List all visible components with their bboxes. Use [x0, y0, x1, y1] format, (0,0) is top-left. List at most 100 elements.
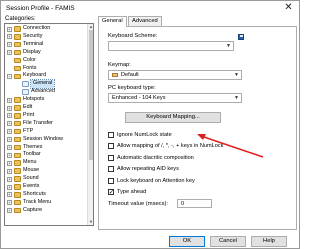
- keymap-value: Default: [121, 72, 139, 78]
- expand-icon[interactable]: +: [7, 200, 12, 206]
- option-label: Allow mapping of /, *, -, + keys in NumL…: [117, 143, 224, 149]
- tree-item-label: Keyboard: [23, 72, 47, 79]
- folder-icon: [14, 97, 21, 103]
- folder-icon: [14, 34, 21, 40]
- timeout-value: 0: [181, 201, 185, 207]
- folder-icon: [14, 207, 21, 214]
- pc-keyboard-type-label: PC keyboard type:: [108, 85, 156, 91]
- folder-icon: [14, 144, 21, 151]
- close-icon[interactable]: ✕: [282, 2, 295, 14]
- expand-icon[interactable]: +: [7, 137, 12, 143]
- categories-label: Categories:: [5, 16, 36, 22]
- tree-item-label: Track Menu: [23, 198, 52, 205]
- ok-button[interactable]: OK: [169, 236, 205, 247]
- timeout-input[interactable]: 0: [177, 199, 212, 208]
- folder-icon: [14, 152, 21, 159]
- tab-advanced[interactable]: Advanced: [128, 16, 162, 26]
- tree-item-label: Advanced: [31, 88, 55, 95]
- expand-icon[interactable]: +: [7, 152, 12, 158]
- folder-icon: [14, 57, 21, 64]
- folder-icon: [14, 184, 21, 190]
- tree-item-label: Themes: [23, 143, 43, 150]
- expand-icon[interactable]: +: [7, 129, 12, 135]
- folder-icon: [14, 168, 21, 174]
- expand-icon[interactable]: +: [7, 176, 12, 182]
- expand-icon[interactable]: +: [7, 208, 12, 214]
- expand-icon[interactable]: +: [7, 97, 12, 103]
- tree-item-label: Mouse: [23, 167, 40, 174]
- scroll-down-icon[interactable]: ▼: [88, 219, 93, 225]
- tree-item-label: Events: [23, 183, 40, 189]
- keyboard-mapping-button[interactable]: Keyboard Mapping...: [125, 112, 221, 123]
- tree-item-label: Print: [23, 111, 35, 118]
- checkbox[interactable]: [108, 178, 114, 184]
- session-profile-dialog: Session Profile - FAMIS ✕ Categories: ▲ …: [0, 0, 300, 249]
- help-button[interactable]: Help: [251, 236, 287, 247]
- folder-icon: [14, 113, 21, 119]
- checkbox[interactable]: [108, 132, 114, 138]
- tree-item-label: Security: [23, 32, 43, 39]
- tree-item-label: Toolbar: [23, 151, 41, 158]
- collapse-icon[interactable]: −: [7, 73, 12, 79]
- save-scheme-icon[interactable]: [238, 34, 244, 40]
- folder-icon: [14, 136, 21, 143]
- expand-icon[interactable]: +: [7, 105, 12, 111]
- folder-icon: [14, 49, 21, 56]
- tree-item-label: FTP: [23, 127, 34, 134]
- expand-icon[interactable]: +: [7, 160, 12, 166]
- expand-icon[interactable]: +: [7, 34, 12, 40]
- cancel-button[interactable]: Cancel: [210, 236, 246, 247]
- tab-general[interactable]: General: [98, 16, 127, 27]
- expand-icon[interactable]: +: [7, 121, 12, 127]
- keymap-icon: [112, 73, 118, 77]
- expand-icon[interactable]: +: [7, 184, 12, 190]
- folder-icon: [14, 105, 21, 111]
- title-bar: Session Profile - FAMIS ✕: [1, 1, 299, 16]
- tree-item-label: Session Window: [23, 135, 63, 142]
- tree-item-label: Connection: [23, 25, 51, 31]
- tree-item-label: Capture: [23, 206, 43, 213]
- tree-item-label: Hotspots: [23, 96, 45, 103]
- keyboard-scheme-select[interactable]: ▼: [108, 41, 234, 51]
- pc-keyboard-type-select[interactable]: Enhanced - 104 Keys ▼: [108, 93, 242, 103]
- pc-keyboard-type-value: Enhanced - 104 Keys: [112, 95, 166, 101]
- window-title: Session Profile - FAMIS: [6, 5, 75, 12]
- expand-icon[interactable]: +: [7, 113, 12, 119]
- folder-icon: [14, 199, 21, 206]
- folder-icon: [14, 160, 21, 166]
- folder-icon: [14, 176, 21, 182]
- option-label: Automatic diacritic composition: [117, 155, 194, 161]
- folder-icon: [14, 128, 21, 135]
- keymap-select[interactable]: Default ▼: [108, 70, 242, 80]
- checkbox[interactable]: [108, 166, 114, 172]
- checkbox[interactable]: [108, 188, 114, 196]
- expand-icon[interactable]: +: [7, 192, 12, 198]
- expand-icon[interactable]: +: [7, 50, 12, 56]
- expand-icon[interactable]: +: [7, 26, 12, 32]
- keyboard-scheme-label: Keyboard Scheme:: [108, 33, 158, 39]
- tree-item-label: General: [29, 79, 56, 90]
- folder-icon: [14, 41, 21, 48]
- categories-tree[interactable]: ▲ ▼ + Connection + Security + Terminal + Displa…: [4, 23, 94, 226]
- chevron-down-icon: ▼: [234, 95, 239, 101]
- scroll-thumb[interactable]: [89, 30, 93, 160]
- expand-icon[interactable]: +: [7, 145, 12, 150]
- option-label: Allow repeating AID keys: [117, 166, 179, 172]
- tree-item-label: File Transfer: [23, 119, 53, 126]
- tree-item-label: Terminal: [23, 40, 44, 47]
- page-icon: [22, 81, 29, 87]
- checkbox[interactable]: [108, 155, 114, 161]
- tree-item-label: Shortcuts: [23, 190, 46, 197]
- folder-icon: [14, 120, 21, 127]
- timeout-label: Timeout value (msecs):: [108, 201, 169, 207]
- option-label: Ignore NumLock state: [117, 132, 172, 138]
- expand-icon[interactable]: +: [7, 42, 12, 48]
- expand-icon[interactable]: +: [7, 168, 12, 174]
- folder-icon: [14, 65, 21, 72]
- option-label: Type ahead: [117, 189, 147, 195]
- chevron-down-icon: ▼: [226, 43, 231, 49]
- tree-item-label: Edit: [23, 104, 33, 110]
- tree-scrollbar[interactable]: ▲ ▼: [87, 24, 93, 225]
- checkbox[interactable]: [108, 143, 114, 149]
- tree-item-label: Color: [23, 56, 36, 63]
